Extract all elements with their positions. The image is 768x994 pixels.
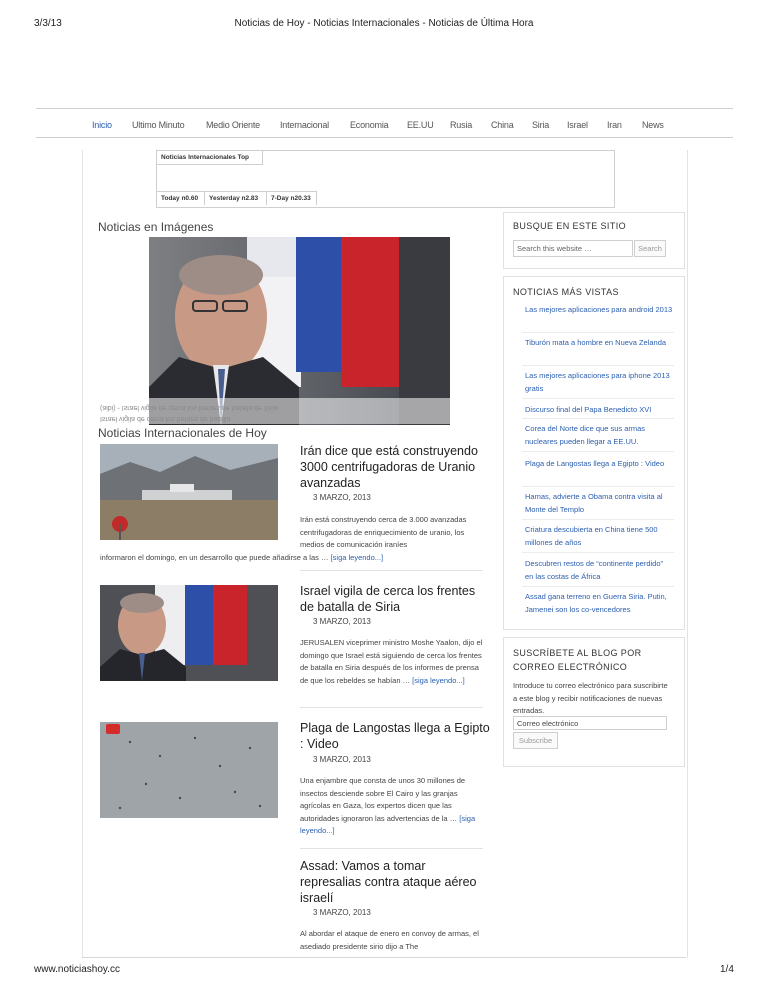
popular-item-7[interactable]: Hamas, advierte a Obama contra visita al…: [525, 490, 673, 516]
post-title-4[interactable]: Assad: Vamos a tomar represalias contra …: [300, 858, 490, 906]
nav-item-eeuu[interactable]: EE.UU: [407, 120, 434, 130]
post-date-4: 3 MARZO, 2013: [313, 908, 371, 917]
post-photo-2: [100, 585, 278, 681]
popular-separator: [522, 519, 674, 520]
popular-item-8[interactable]: Criatura descubierta en China tiene 500 …: [525, 523, 673, 549]
search-input[interactable]: Search this website …: [513, 240, 633, 257]
post-excerpt-1-continued: informaron el domingo, en un desarrollo …: [100, 552, 500, 565]
post-excerpt-3-text: Una enjambre que consta de unos 30 millo…: [300, 776, 466, 823]
post-title-1[interactable]: Irán dice que está construyendo 3000 cen…: [300, 443, 490, 491]
post-title-2[interactable]: Israel vigila de cerca los frentes de ba…: [300, 583, 490, 615]
search-button[interactable]: Search: [634, 240, 666, 257]
post-thumbnail-2[interactable]: [100, 585, 278, 681]
post-excerpt-4: Al abordar el ataque de enero en convoy …: [300, 929, 479, 951]
stats-today: Today n0.60: [157, 191, 205, 205]
nav-item-news[interactable]: News: [642, 120, 664, 130]
subscribe-title-line1: SUSCRÍBETE AL BLOG POR: [513, 648, 642, 658]
gallery-heading: Noticias en Imágenes: [98, 220, 214, 234]
popular-separator: [522, 365, 674, 366]
print-page-title: Noticias de Hoy - Noticias Internacional…: [234, 18, 534, 29]
post-excerpt-1: Irán está construyendo cerca de 3.000 av…: [300, 515, 467, 550]
popular-separator: [522, 586, 674, 587]
post-title-3[interactable]: Plaga de Langostas llega a Egipto : Vide…: [300, 720, 490, 752]
stats-yesterday: Yesterday n2.83: [205, 191, 267, 205]
nav-item-china[interactable]: China: [491, 120, 514, 130]
post-date-1: 3 MARZO, 2013: [313, 493, 371, 502]
subscribe-title-line2: CORREO ELECTRÓNICO: [513, 662, 628, 672]
post-more-link-1[interactable]: [siga leyendo...]: [331, 553, 384, 562]
nav-item-siria[interactable]: Siria: [532, 120, 549, 130]
news-heading: Noticias Internacionales de Hoy: [98, 426, 267, 440]
popular-item-5[interactable]: Corea del Norte dice que sus armas nucle…: [525, 422, 673, 448]
popular-separator: [522, 332, 674, 333]
main-nav: Inicio Ultimo Minuto Medio Oriente Inter…: [36, 112, 733, 136]
gallery-photo: [149, 237, 450, 425]
post-photo-1: [100, 444, 278, 540]
stats-widget: Noticias Internacionales Top Today n0.60…: [156, 150, 615, 208]
popular-item-3[interactable]: Las mejores aplicaciones para iphone 201…: [525, 369, 673, 395]
post-excerpt-2: JERUSALEN viceprimer ministro Moshe Yaal…: [300, 637, 485, 687]
gallery-caption-line1: Israel vigila de cerca los frentes de ba…: [100, 415, 231, 422]
post-thumbnail-1[interactable]: [100, 444, 278, 540]
post-separator-2: [300, 707, 483, 708]
print-url: www.noticiashoy.cc: [34, 964, 120, 975]
post-separator-1: [300, 570, 483, 571]
gallery-caption: Israel vigila de cerca los frentes de ba…: [100, 398, 450, 424]
nav-item-economia[interactable]: Economia: [350, 120, 389, 130]
gallery-slide-image[interactable]: [149, 237, 450, 425]
post-more-link-2[interactable]: [siga leyendo...]: [412, 676, 465, 685]
popular-separator: [522, 486, 674, 487]
content-frame-bottom: [82, 957, 686, 958]
nav-item-internacional[interactable]: Internacional: [280, 120, 329, 130]
post-separator-3: [300, 848, 483, 849]
email-field[interactable]: Correo electrónico: [513, 716, 667, 730]
popular-item-9[interactable]: Descubren restos de “continente perdido”…: [525, 557, 673, 583]
post-date-2: 3 MARZO, 2013: [313, 617, 371, 626]
search-widget-title: BUSQUE EN ESTE SITIO: [513, 221, 627, 231]
post-thumbnail-3[interactable]: [100, 722, 278, 818]
popular-item-4[interactable]: Discurso final del Papa Benedicto XVI: [525, 403, 673, 416]
popular-widget-title: NOTICIAS MÁS VISTAS: [513, 287, 619, 297]
nav-item-israel[interactable]: Israel: [567, 120, 588, 130]
post-photo-3: [100, 722, 278, 818]
stats-title: Noticias Internacionales Top: [157, 151, 263, 165]
gallery-caption-line2: (aibi) - Israel vigila de cerca los fren…: [100, 404, 278, 411]
post-excerpt-1-wide-text: informaron el domingo, en un desarrollo …: [100, 553, 329, 562]
nav-top-rule: [36, 108, 733, 109]
nav-item-ultimo-minuto[interactable]: Ultimo Minuto: [132, 120, 185, 130]
nav-item-medio-oriente[interactable]: Medio Oriente: [206, 120, 260, 130]
popular-separator: [522, 552, 674, 553]
popular-separator: [522, 418, 674, 419]
popular-item-10[interactable]: Assad gana terreno en Guerra Siria. Puti…: [525, 590, 673, 616]
popular-item-1[interactable]: Las mejores aplicaciones para android 20…: [525, 303, 673, 316]
post-date-3: 3 MARZO, 2013: [313, 755, 371, 764]
popular-item-6[interactable]: Plaga de Langostas llega a Egipto : Vide…: [525, 457, 673, 470]
nav-bottom-rule: [36, 137, 733, 138]
popular-separator: [522, 398, 674, 399]
subscribe-button[interactable]: Subscribe: [513, 732, 558, 749]
nav-item-rusia[interactable]: Rusia: [450, 120, 472, 130]
nav-item-inicio[interactable]: Inicio: [92, 120, 112, 130]
nav-item-iran[interactable]: Iran: [607, 120, 622, 130]
print-page-count: 1/4: [720, 964, 734, 975]
stats-week: 7-Day n20.33: [267, 191, 317, 205]
popular-item-2[interactable]: Tiburón mata a hombre en Nueva Zelanda: [525, 336, 673, 349]
post-excerpt-3: Una enjambre que consta de unos 30 millo…: [300, 775, 485, 838]
subscribe-description: Introduce tu correo electrónico para sus…: [513, 681, 668, 715]
popular-separator: [522, 451, 674, 452]
